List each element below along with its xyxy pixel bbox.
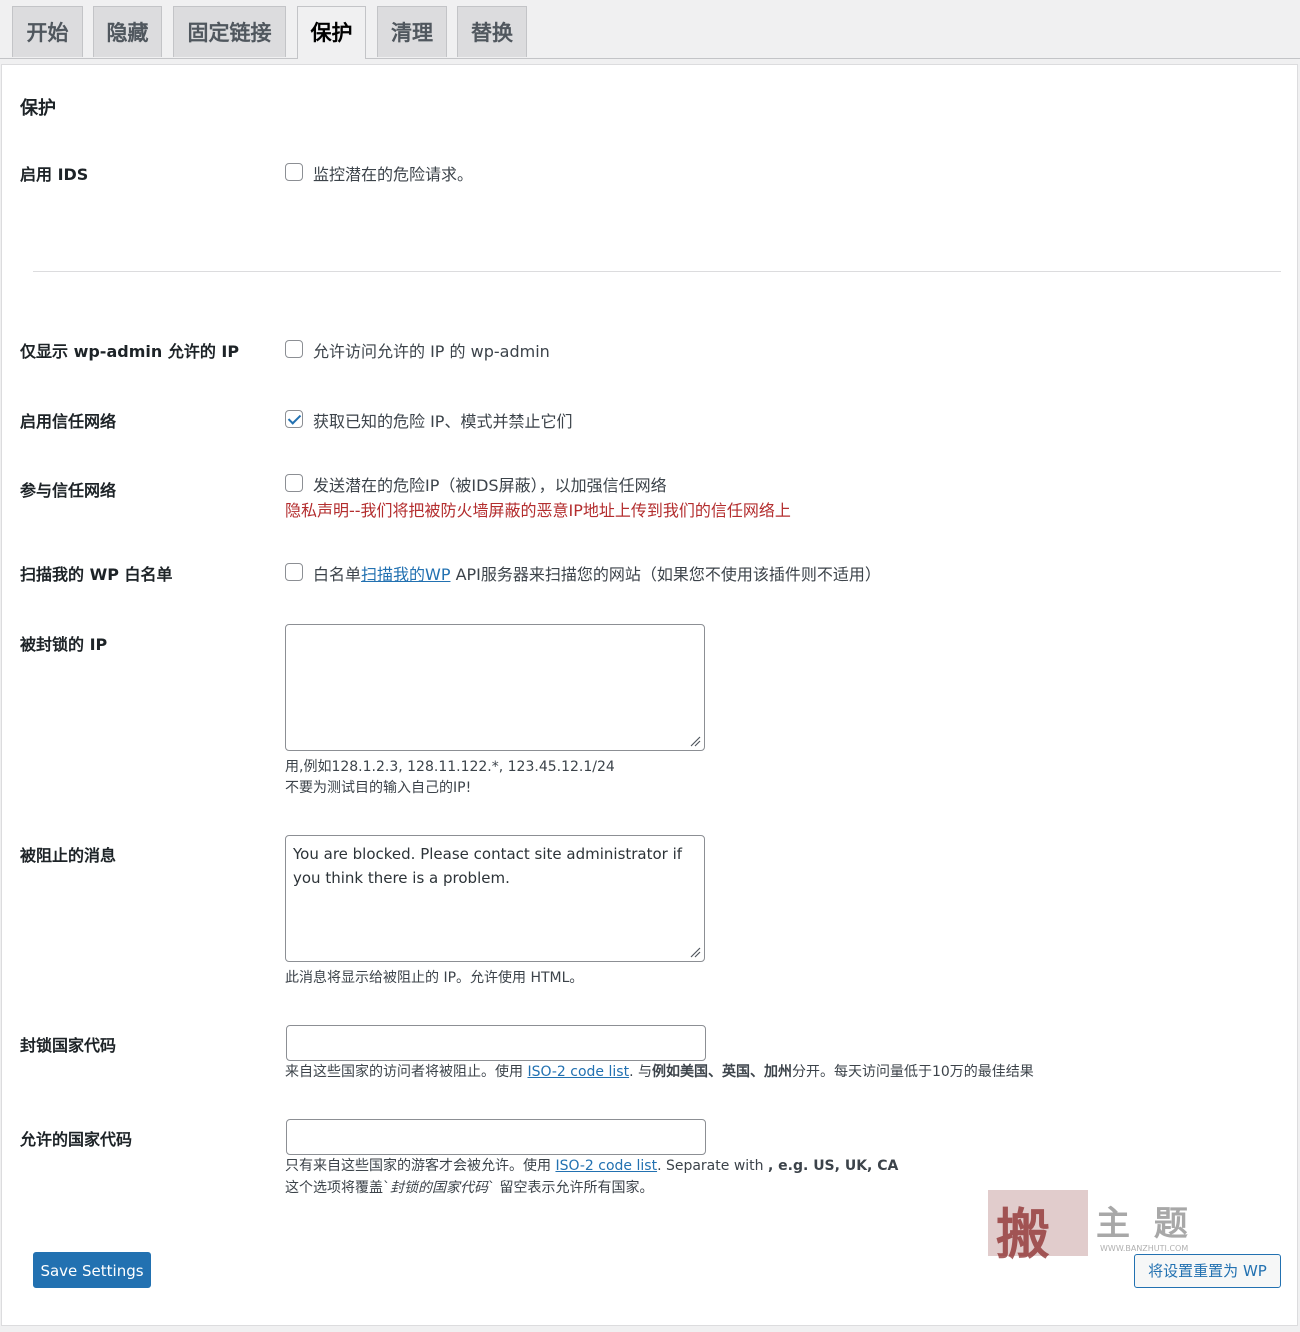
- label-blocked-ips: 被封锁的 IP: [20, 635, 108, 654]
- option-scan-whitelist: 白名单扫描我的WP API服务器来扫描您的网站（如果您不使用该插件则不适用）: [313, 561, 881, 585]
- resize-grip-icon[interactable]: [689, 735, 701, 747]
- tab-protect[interactable]: 保护: [297, 6, 366, 59]
- option-enable-ids: 监控潜在的危险请求。: [313, 165, 474, 184]
- label-blocked-message: 被阻止的消息: [20, 846, 117, 865]
- blocked-message-desc: 此消息将显示给被阻止的 IP。允许使用 HTML。: [285, 970, 584, 986]
- watermark-logo: 搬 主 题 WWW.BANZHUTI.COM: [988, 1190, 1218, 1266]
- desc-text: 只有来自这些国家的游客才会被允许。使用: [285, 1158, 556, 1174]
- scan-text-post: API服务器来扫描您的网站（如果您不使用该插件则不适用）: [450, 565, 881, 584]
- checkbox-scan-whitelist[interactable]: [285, 563, 303, 581]
- checkbox-join-trust[interactable]: [285, 474, 303, 492]
- watermark-text: 主 题: [1096, 1204, 1194, 1244]
- option-join-trust: 发送潜在的危险IP（被IDS屏蔽），以加强信任网络: [313, 476, 667, 495]
- label-join-trust: 参与信任网络: [20, 481, 117, 500]
- blocked-ips-warning: 不要为测试目的输入自己的IP!: [285, 780, 472, 796]
- section-title: 保护: [20, 98, 56, 119]
- desc-text: 分开。每天访问量低于10万的最佳结果: [791, 1064, 1034, 1080]
- checkbox-trust-network[interactable]: [285, 410, 303, 428]
- resize-grip-icon[interactable]: [689, 946, 701, 958]
- desc-text: 这个选项将覆盖`: [285, 1180, 390, 1196]
- blocked-ips-textarea[interactable]: [285, 624, 705, 751]
- privacy-notice: 隐私声明--我们将把被防火墙屏蔽的恶意IP地址上传到我们的信任网络上: [285, 501, 791, 520]
- tab-permalinks[interactable]: 固定链接: [173, 6, 286, 57]
- watermark-url: WWW.BANZHUTI.COM: [1100, 1244, 1189, 1253]
- label-scan-whitelist: 扫描我的 WP 白名单: [20, 565, 173, 584]
- checkbox-enable-ids[interactable]: [285, 163, 303, 181]
- tab-replace[interactable]: 替换: [457, 6, 527, 57]
- iso2-code-list-link[interactable]: ISO-2 code list: [527, 1064, 629, 1080]
- checkbox-wpadmin-ip[interactable]: [285, 340, 303, 358]
- blocked-ips-desc: 用,例如128.1.2.3, 128.11.122.*, 123.45.12.1…: [285, 759, 615, 775]
- tab-start[interactable]: 开始: [12, 6, 83, 57]
- desc-example: , e.g. US, UK, CA: [767, 1158, 899, 1174]
- label-allowed-countries: 允许的国家代码: [20, 1130, 133, 1149]
- option-trust-network: 获取已知的危险 IP、模式并禁止它们: [313, 412, 573, 431]
- allowed-countries-desc: 只有来自这些国家的游客才会被允许。使用 ISO-2 code list. Sep…: [285, 1156, 898, 1177]
- option-wpadmin-ip: 允许访问允许的 IP 的 wp-admin: [313, 342, 550, 361]
- reset-settings-button[interactable]: 将设置重置为 WP: [1134, 1254, 1281, 1288]
- desc-text: . 与: [629, 1064, 652, 1080]
- desc-em: 封锁的国家代码: [390, 1180, 488, 1196]
- divider: [33, 271, 1281, 272]
- desc-text: . Separate with: [657, 1158, 768, 1174]
- tab-bar: 开始 隐藏 固定链接 保护 清理 替换: [0, 0, 1300, 59]
- iso2-code-list-link[interactable]: ISO-2 code list: [555, 1158, 657, 1174]
- desc-example: 例如美国、英国、加州: [651, 1064, 792, 1080]
- allowed-countries-note: 这个选项将覆盖`封锁的国家代码` 留空表示允许所有国家。: [285, 1178, 653, 1199]
- desc-text: 来自这些国家的访问者将被阻止。使用: [285, 1064, 528, 1080]
- allowed-countries-input[interactable]: [286, 1119, 706, 1155]
- blocked-message-textarea[interactable]: You are blocked. Please contact site adm…: [285, 835, 705, 962]
- desc-text: ` 留空表示允许所有国家。: [488, 1180, 654, 1196]
- block-countries-input[interactable]: [286, 1025, 706, 1061]
- tab-cleanup[interactable]: 清理: [377, 6, 447, 57]
- scan-text-pre: 白名单: [313, 565, 362, 584]
- label-wpadmin-ip: 仅显示 wp-admin 允许的 IP: [20, 342, 240, 361]
- tab-hide[interactable]: 隐藏: [93, 6, 162, 57]
- label-block-countries: 封锁国家代码: [20, 1036, 117, 1055]
- block-countries-desc: 来自这些国家的访问者将被阻止。使用 ISO-2 code list. 与例如美国…: [285, 1062, 1034, 1083]
- scan-my-wp-link[interactable]: 扫描我的WP: [361, 565, 450, 584]
- watermark-char: 搬: [996, 1202, 1050, 1266]
- label-enable-ids: 启用 IDS: [20, 165, 89, 184]
- save-settings-button[interactable]: Save Settings: [33, 1252, 151, 1288]
- label-trust-network: 启用信任网络: [20, 412, 117, 431]
